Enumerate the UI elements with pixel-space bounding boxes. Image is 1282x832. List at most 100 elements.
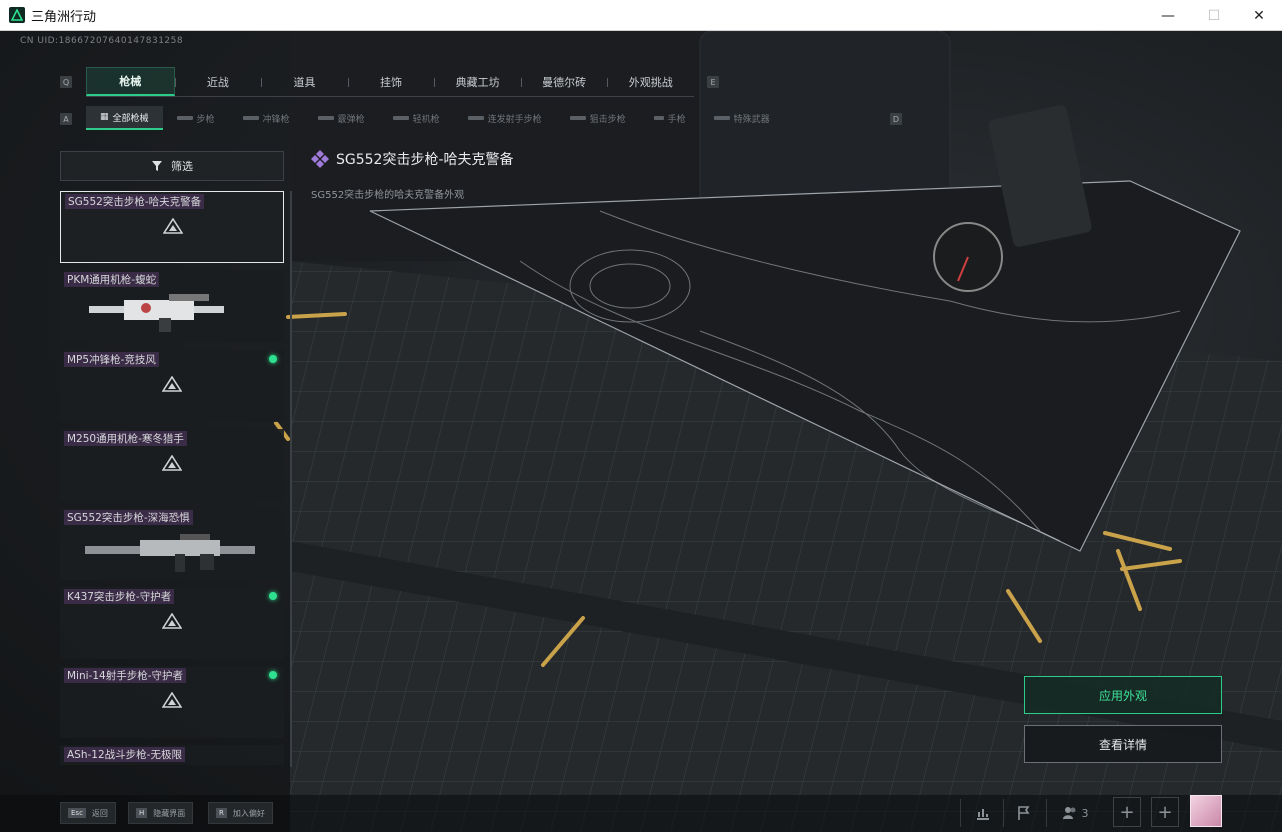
close-button[interactable]: ✕ — [1236, 0, 1282, 31]
skin-name: PKM通用机枪-蝮蛇 — [64, 272, 160, 287]
divider — [1046, 799, 1047, 827]
new-indicator-dot — [269, 671, 277, 679]
new-indicator-dot — [269, 355, 277, 363]
r-key: R — [216, 808, 227, 818]
tab-charms[interactable]: 挂饰 — [347, 67, 435, 96]
skin-list-scrollbar[interactable] — [290, 191, 292, 767]
skin-card[interactable]: Mini-14射手步枪-守护者 — [60, 666, 284, 738]
subtab-shotguns[interactable]: 霰弹枪 — [304, 106, 379, 130]
skin-detail-title: SG552突击步枪-哈夫克警备 — [310, 149, 514, 169]
special-weapon-icon — [713, 116, 730, 120]
maximize-button[interactable]: ☐ — [1191, 0, 1237, 31]
skin-card[interactable]: SG552突击步枪-深海恐惧 — [60, 508, 284, 580]
subtab-lmgs[interactable]: 轻机枪 — [379, 106, 454, 130]
window-titlebar: 三角洲行动 — ☐ ✕ — [0, 0, 1282, 31]
placeholder-logo-icon — [163, 218, 183, 234]
skin-card[interactable]: K437突击步枪-守护者 — [60, 587, 284, 659]
subtab-label: 手枪 — [667, 114, 686, 125]
subtab-label: 狙击步枪 — [589, 114, 626, 125]
subtab-smgs[interactable]: 冲锋枪 — [229, 106, 304, 130]
skin-name: Mini-14射手步枪-守护者 — [64, 668, 186, 683]
back-hint[interactable]: Esc 返回 — [60, 802, 116, 824]
skin-card[interactable]: SG552突击步枪-哈夫克警备 — [60, 191, 284, 263]
add-favorite-hint[interactable]: R 加入偏好 — [208, 802, 273, 824]
invite-slot-button[interactable]: + — [1151, 797, 1179, 827]
tab-collection-workshop[interactable]: 典藏工坊 — [434, 67, 521, 96]
squad-icon — [1062, 807, 1075, 819]
squad-button[interactable]: 3 — [1055, 797, 1095, 829]
subtab-label: 步枪 — [196, 114, 215, 125]
invite-slot-button[interactable]: + — [1113, 797, 1141, 827]
smg-icon — [242, 116, 259, 120]
skin-detail-name: SG552突击步枪-哈夫克警备 — [336, 152, 514, 168]
grid-icon: ▦ — [100, 112, 109, 122]
subtab-label: 全部枪械 — [112, 113, 149, 124]
subtab-label: 连发射手步枪 — [487, 114, 542, 125]
game-stage: CN UID:18667207640147831258 Q 枪械 近战 道具 挂… — [0, 31, 1282, 832]
tab-next-key-hint: E — [707, 76, 719, 88]
rifle-icon — [176, 116, 193, 120]
skin-name: SG552突击步枪-哈夫克警备 — [65, 194, 205, 209]
rarity-diamond-icon — [311, 150, 329, 168]
filter-button[interactable]: 筛选 — [60, 151, 284, 181]
subtab-marksman-rifles[interactable]: 连发射手步枪 — [454, 106, 556, 130]
tab-appearance-challenge[interactable]: 外观挑战 — [607, 67, 694, 96]
avatar[interactable] — [1190, 795, 1222, 827]
subtab-label: 霰弹枪 — [337, 114, 365, 125]
filter-label: 筛选 — [171, 160, 193, 173]
subtab-pistols[interactable]: 手枪 — [640, 106, 700, 130]
add-favorite-label: 加入偏好 — [232, 808, 265, 818]
apply-appearance-button[interactable]: 应用外观 — [1024, 676, 1222, 714]
lmg-icon — [392, 116, 409, 120]
new-indicator-dot — [269, 592, 277, 600]
view-details-button[interactable]: 查看详情 — [1024, 725, 1222, 763]
tab-guns[interactable]: 枪械 — [86, 67, 175, 96]
skin-name: K437突击步枪-守护者 — [64, 589, 175, 604]
skin-card[interactable]: M250通用机枪-寒冬猎手 — [60, 429, 284, 501]
tab-mandel-brick[interactable]: 曼德尔砖 — [520, 67, 608, 96]
gun-sg552-image — [85, 534, 255, 572]
subtab-label: 轻机枪 — [412, 114, 440, 125]
subtab-special-weapons[interactable]: 特殊武器 — [700, 106, 784, 130]
skin-card[interactable]: ASh-12战斗步枪-无极限 — [60, 745, 284, 765]
subtab-label: 冲锋枪 — [262, 114, 290, 125]
skin-card[interactable]: PKM通用机枪-蝮蛇 — [60, 270, 284, 342]
hide-ui-hint[interactable]: H 隐藏界面 — [128, 802, 194, 824]
app-logo-icon — [9, 7, 25, 23]
skin-card[interactable]: MP5冲锋枪-竞技风 — [60, 350, 284, 422]
hide-ui-label: 隐藏界面 — [153, 808, 186, 818]
placeholder-logo-icon — [162, 613, 182, 629]
divider — [1003, 799, 1004, 827]
placeholder-logo-icon — [162, 376, 182, 392]
category-tabs: 枪械 近战 道具 挂饰 典藏工坊 曼德尔砖 外观挑战 — [86, 67, 694, 97]
player-uid: CN UID:18667207640147831258 — [20, 36, 184, 46]
pistol-icon — [653, 116, 664, 120]
squad-count: 3 — [1081, 806, 1089, 820]
subtab-next-key-hint: D — [890, 113, 902, 125]
skin-detail-description: SG552突击步枪的哈夫克警备外观 — [311, 190, 465, 201]
tab-prev-key-hint: Q — [60, 76, 72, 88]
subtab-all-guns[interactable]: ▦ 全部枪械 — [86, 106, 163, 130]
minimize-button[interactable]: — — [1145, 0, 1191, 31]
skin-name: M250通用机枪-寒冬猎手 — [64, 431, 187, 446]
tab-items[interactable]: 道具 — [261, 67, 348, 96]
subtab-label: 特殊武器 — [733, 114, 770, 125]
h-key: H — [136, 808, 148, 818]
skin-name: ASh-12战斗步枪-无极限 — [64, 747, 185, 762]
esc-key: Esc — [68, 808, 86, 818]
gun-pkm-image — [89, 294, 224, 332]
back-label: 返回 — [91, 808, 108, 818]
tab-melee[interactable]: 近战 — [174, 67, 262, 96]
skin-name: MP5冲锋枪-竞技风 — [64, 352, 159, 367]
subtab-prev-key-hint: A — [60, 113, 72, 125]
placeholder-logo-icon — [162, 455, 182, 471]
marksman-rifle-icon — [467, 116, 484, 120]
flag-icon[interactable] — [1007, 797, 1041, 829]
subtab-sniper-rifles[interactable]: 狙击步枪 — [556, 106, 640, 130]
skin-name: SG552突击步枪-深海恐惧 — [64, 510, 193, 525]
stats-chart-icon[interactable] — [966, 797, 1000, 829]
subtab-rifles[interactable]: 步枪 — [163, 106, 229, 130]
window-title: 三角洲行动 — [31, 9, 97, 25]
shotgun-icon — [317, 116, 334, 120]
skin-list: SG552突击步枪-哈夫克警备 PKM通用机枪-蝮蛇 MP5冲锋枪-竞技风 M2… — [60, 191, 286, 765]
